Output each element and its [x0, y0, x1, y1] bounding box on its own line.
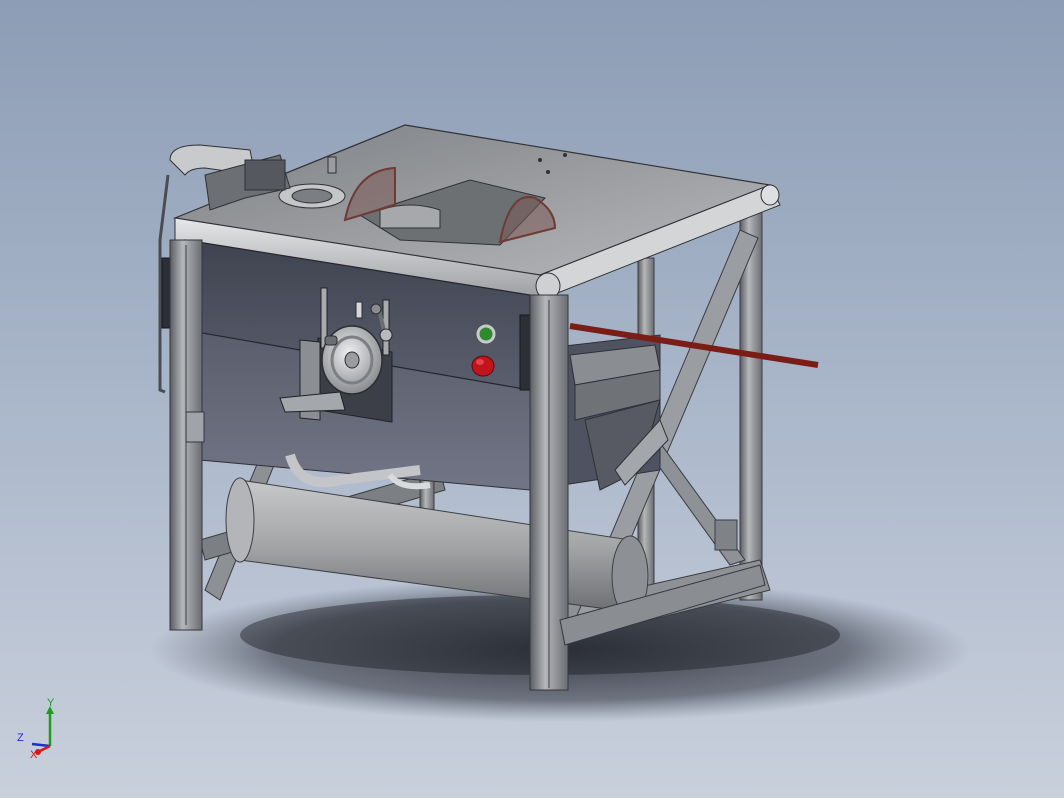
model-scene[interactable] [0, 0, 1064, 798]
height-handwheel[interactable] [321, 325, 383, 395]
z-axis-label: Z [17, 732, 24, 744]
y-axis-label: Y [47, 698, 55, 709]
orientation-triad: Y Z X [17, 698, 55, 760]
emergency-stop-button[interactable] [471, 355, 495, 377]
x-axis-label: X [30, 749, 38, 760]
graphics-viewport[interactable]: Y Z X [0, 0, 1064, 798]
start-button[interactable] [476, 324, 496, 344]
